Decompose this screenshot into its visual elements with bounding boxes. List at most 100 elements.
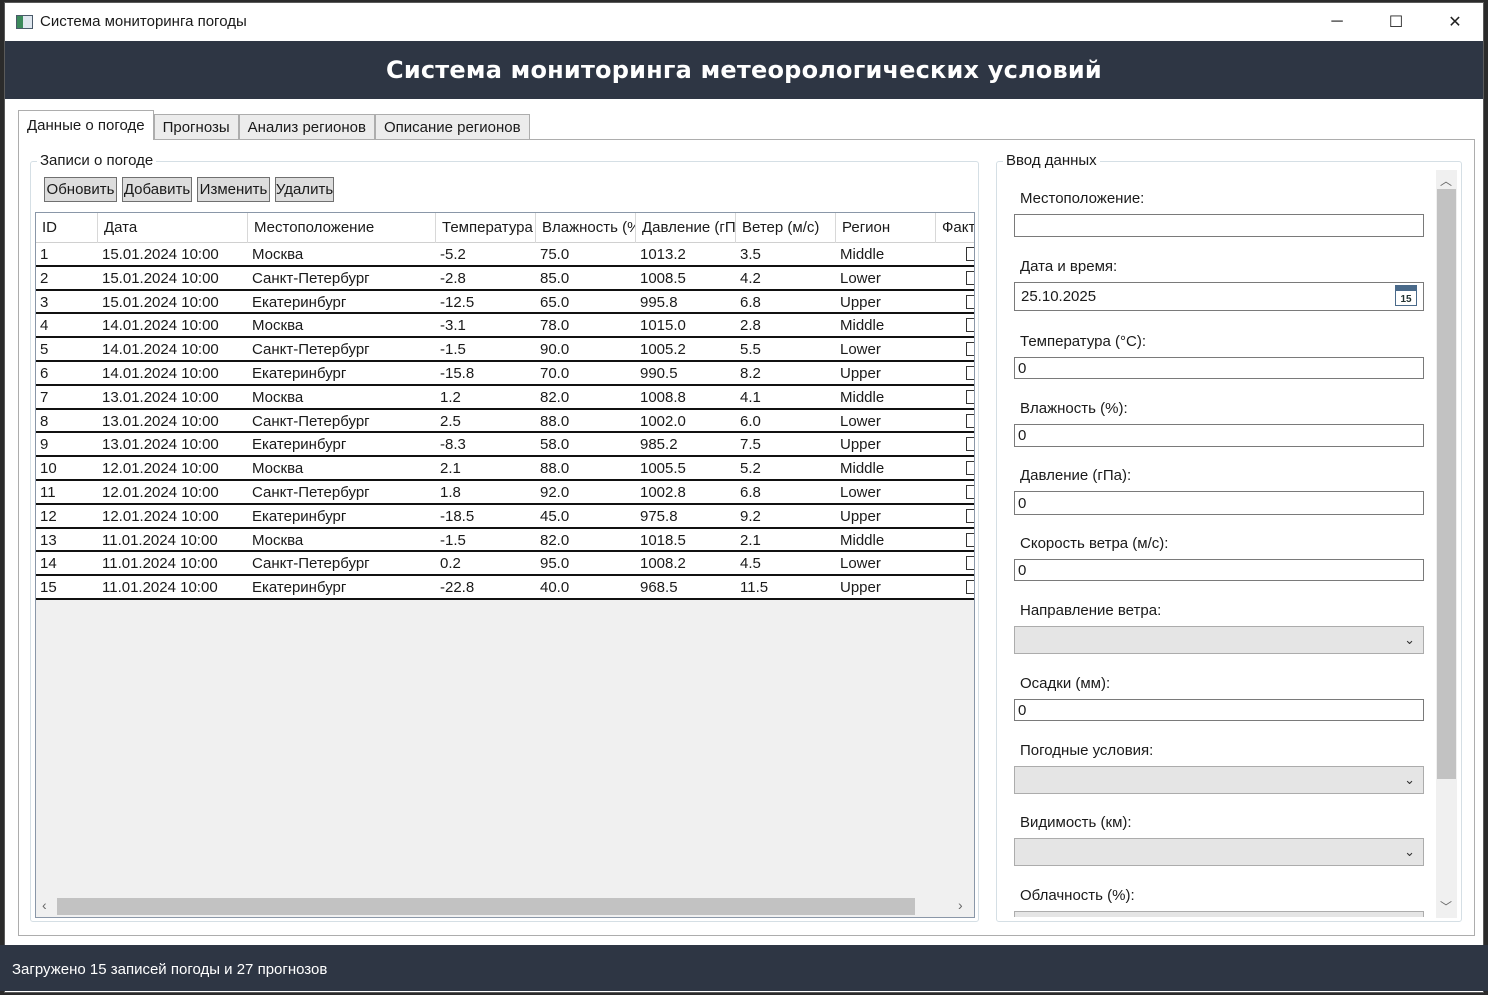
location-field[interactable]	[1014, 214, 1424, 237]
table-cell: 975.8	[640, 507, 678, 525]
row-checkbox[interactable]	[966, 270, 974, 285]
row-checkbox[interactable]	[966, 389, 974, 404]
table-cell: 1005.5	[640, 460, 686, 478]
minimize-button[interactable]: ─	[1308, 3, 1366, 41]
weather-records-table[interactable]: ID Дата Местоположение Температура Влажность…	[35, 212, 975, 918]
tab-region-descriptions[interactable]: Описание регионов	[374, 114, 530, 140]
humidity-field[interactable]: 0	[1014, 424, 1424, 447]
refresh-button[interactable]: Обновить	[44, 177, 117, 202]
table-cell: 6	[40, 364, 49, 382]
calendar-icon[interactable]: 15	[1395, 285, 1417, 306]
add-button[interactable]: Добавить	[122, 177, 192, 202]
column-header[interactable]: Давление (гП	[636, 213, 736, 243]
table-row[interactable]: 2 15.01.2024 10:00 Санкт-Петербург -2.8 85.0…	[36, 266, 974, 291]
table-row[interactable]: 15 11.01.2024 10:00 Екатеринбург -22.8 40.0 9…	[36, 576, 974, 600]
row-checkbox[interactable]	[966, 342, 974, 357]
column-header[interactable]: Ветер (м/с)	[736, 213, 836, 243]
table-cell: 15.01.2024 10:00	[102, 246, 219, 263]
table-cell: Москва	[252, 317, 304, 335]
column-header[interactable]: ID	[36, 213, 98, 243]
horizontal-scrollbar[interactable]: ‹ ›	[36, 895, 974, 917]
row-checkbox[interactable]	[966, 365, 974, 380]
scroll-down-icon[interactable]: ﹀	[1440, 898, 1452, 915]
table-cell: 11.01.2024 10:00	[102, 579, 218, 597]
precipitation-field[interactable]: 0	[1014, 699, 1424, 721]
table-cell: Lower	[840, 412, 881, 430]
table-cell: Upper	[840, 436, 881, 454]
table-cell: 1008.5	[640, 269, 686, 287]
table-cell: 1	[40, 246, 49, 263]
table-row[interactable]: 12 12.01.2024 10:00 Екатеринбург -18.5 45.0 9…	[36, 504, 974, 529]
table-cell: 10	[40, 460, 57, 478]
table-row[interactable]: 13 11.01.2024 10:00 Москва -1.5 82.0 1018.5 2.…	[36, 528, 974, 553]
table-row[interactable]: 9 13.01.2024 10:00 Екатеринбург -8.3 58.0 985…	[36, 433, 974, 458]
wind-direction-select[interactable]: ⌄	[1014, 626, 1424, 654]
close-button[interactable]: ✕	[1426, 3, 1483, 41]
column-header[interactable]: Местоположение	[248, 213, 436, 243]
row-checkbox[interactable]	[966, 413, 974, 428]
pressure-label: Давление (гПа):	[1020, 467, 1132, 484]
chevron-down-icon: ⌄	[1404, 632, 1415, 647]
table-row[interactable]: 5 14.01.2024 10:00 Санкт-Петербург -1.5 90.0…	[36, 338, 974, 362]
table-cell: Москва	[252, 246, 304, 263]
table-cell: 11.01.2024 10:00	[102, 531, 218, 549]
row-checkbox[interactable]	[966, 294, 974, 309]
table-row[interactable]: 1 15.01.2024 10:00 Москва -5.2 75.0 1013.2 3.5…	[36, 243, 974, 267]
table-cell: 11	[40, 483, 56, 501]
table-cell: 990.5	[640, 364, 678, 382]
table-cell: 1018.5	[640, 531, 686, 549]
scroll-left-icon[interactable]: ‹	[42, 897, 47, 913]
column-header[interactable]: Факт	[936, 213, 974, 243]
column-header[interactable]: Температура	[436, 213, 536, 243]
row-checkbox[interactable]	[966, 318, 974, 333]
table-cell: 7.5	[740, 436, 761, 454]
row-checkbox[interactable]	[966, 532, 974, 547]
row-checkbox[interactable]	[966, 484, 974, 499]
column-header[interactable]: Влажность (%	[536, 213, 636, 243]
row-checkbox[interactable]	[966, 580, 974, 595]
row-checkbox[interactable]	[966, 508, 974, 523]
table-cell: 12	[40, 507, 57, 525]
tab-forecasts[interactable]: Прогнозы	[153, 114, 239, 140]
table-body: 1 15.01.2024 10:00 Москва -5.2 75.0 1013.2 3.5…	[36, 243, 974, 600]
table-row[interactable]: 10 12.01.2024 10:00 Москва 2.1 88.0 1005.5 5.2…	[36, 457, 974, 481]
delete-button[interactable]: Удалить	[275, 177, 334, 202]
table-cell: 40.0	[540, 579, 570, 597]
table-cell: Lower	[840, 483, 881, 501]
table-row[interactable]: 14 11.01.2024 10:00 Санкт-Петербург 0.2 95.0…	[36, 552, 974, 577]
scroll-right-icon[interactable]: ›	[958, 897, 963, 913]
table-row[interactable]: 6 14.01.2024 10:00 Екатеринбург -15.8 70.0 99…	[36, 361, 974, 386]
pressure-field[interactable]: 0	[1014, 491, 1424, 515]
tab-region-analysis[interactable]: Анализ регионов	[238, 114, 375, 140]
table-cell: 13	[40, 531, 57, 549]
row-checkbox[interactable]	[966, 247, 974, 261]
calendar-day: 15	[1400, 294, 1412, 305]
table-cell: 12.01.2024 10:00	[102, 507, 219, 525]
chevron-down-icon: ⌄	[1404, 844, 1415, 859]
datetime-picker[interactable]: 25.10.2025 15	[1014, 282, 1424, 311]
conditions-select[interactable]: ⌄	[1014, 766, 1424, 794]
row-checkbox[interactable]	[966, 556, 974, 571]
horizontal-scroll-thumb[interactable]	[57, 898, 915, 915]
table-row[interactable]: 8 13.01.2024 10:00 Санкт-Петербург 2.5 88.0 1…	[36, 409, 974, 434]
table-row[interactable]: 3 15.01.2024 10:00 Екатеринбург -12.5 65.0 99…	[36, 290, 974, 315]
cloudiness-select[interactable]	[1014, 911, 1424, 917]
table-row[interactable]: 4 14.01.2024 10:00 Москва -3.1 78.0 1015.0 2.8…	[36, 314, 974, 339]
scroll-up-icon[interactable]: ︿	[1440, 172, 1452, 189]
row-checkbox[interactable]	[966, 461, 974, 476]
maximize-button[interactable]: ☐	[1367, 3, 1425, 41]
edit-button[interactable]: Изменить	[197, 177, 270, 202]
input-vertical-scrollbar[interactable]: ︿ ﹀	[1436, 170, 1457, 918]
column-header[interactable]: Дата	[98, 213, 248, 243]
table-cell: 13.01.2024 10:00	[102, 388, 219, 406]
tab-weather-data[interactable]: Данные о погоде	[18, 110, 154, 140]
visibility-select[interactable]: ⌄	[1014, 838, 1424, 866]
temperature-field[interactable]: 0	[1014, 357, 1424, 379]
table-row[interactable]: 11 12.01.2024 10:00 Санкт-Петербург 1.8 92.0…	[36, 480, 974, 505]
column-header[interactable]: Регион	[836, 213, 936, 243]
vertical-scroll-thumb[interactable]	[1437, 189, 1456, 779]
table-row[interactable]: 7 13.01.2024 10:00 Москва 1.2 82.0 1008.8 4.1 M…	[36, 385, 974, 410]
row-checkbox[interactable]	[966, 437, 974, 452]
table-cell: 58.0	[540, 436, 570, 454]
wind-speed-field[interactable]: 0	[1014, 559, 1424, 581]
